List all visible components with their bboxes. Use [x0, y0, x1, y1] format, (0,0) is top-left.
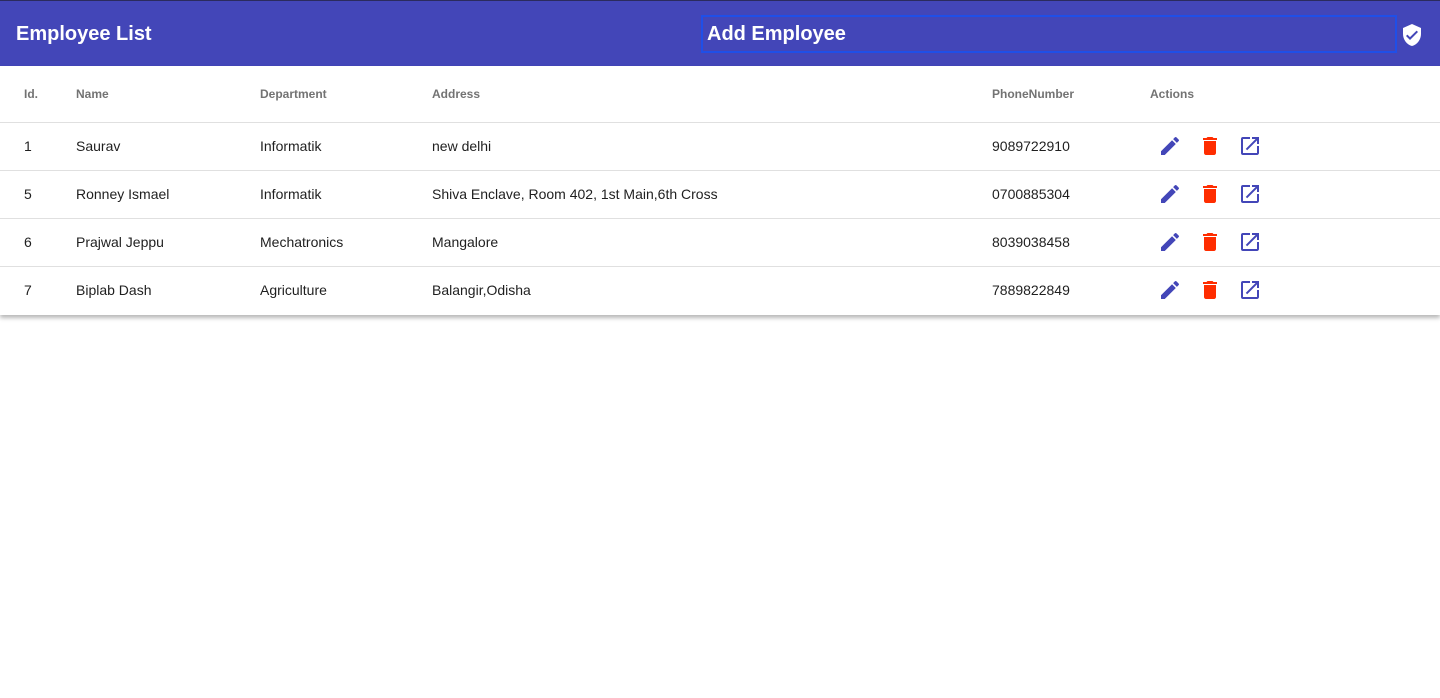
row-actions [1150, 182, 1440, 206]
column-header-phone: PhoneNumber [992, 66, 1150, 123]
cell-phone: 7889822849 [992, 282, 1070, 299]
cell-department: Agriculture [260, 282, 327, 299]
table-row: 1 Saurav Informatik new delhi 9089722910 [0, 122, 1440, 171]
page-title: Employee List [16, 23, 152, 45]
cell-actions [1150, 170, 1440, 219]
edit-icon[interactable] [1158, 230, 1182, 254]
cell-department: Mechatronics [260, 218, 432, 267]
verified-shield-icon[interactable] [1400, 23, 1424, 47]
table-body: 1 Saurav Informatik new delhi 9089722910… [0, 122, 1440, 314]
row-actions [1150, 134, 1440, 158]
row-actions [1150, 278, 1440, 302]
column-header-id: Id. [0, 66, 76, 123]
cell-department: Informatik [260, 170, 432, 219]
cell-phone: 8039038458 [992, 218, 1150, 267]
open-in-new-icon[interactable] [1238, 134, 1262, 158]
delete-icon[interactable] [1198, 230, 1222, 254]
table-header-row: Id. Name Department Address PhoneNumber … [0, 66, 1440, 123]
cell-actions [1150, 122, 1440, 171]
cell-id: 7 [24, 282, 32, 299]
edit-icon[interactable] [1158, 134, 1182, 158]
column-header-name: Name [76, 66, 260, 123]
cell-id: 1 [0, 122, 76, 171]
cell-id: 5 [0, 170, 76, 219]
delete-icon[interactable] [1198, 278, 1222, 302]
column-header-department: Department [260, 66, 432, 123]
cell-name: Biplab Dash [76, 282, 152, 299]
cell-phone: 9089722910 [992, 122, 1150, 171]
cell-address: Balangir,Odisha [432, 282, 531, 299]
app-toolbar: Employee List Add Employee [0, 0, 1440, 66]
edit-icon[interactable] [1158, 182, 1182, 206]
cell-name: Prajwal Jeppu [76, 218, 260, 267]
cell-phone: 0700885304 [992, 170, 1150, 219]
column-header-actions: Actions [1150, 66, 1440, 123]
cell-address: Mangalore [432, 218, 992, 267]
open-in-new-icon[interactable] [1238, 182, 1262, 206]
column-header-address: Address [432, 66, 992, 123]
open-in-new-icon[interactable] [1238, 230, 1262, 254]
cell-actions [1150, 218, 1440, 267]
table-row: 5 Ronney Ismael Informatik Shiva Enclave… [0, 170, 1440, 219]
employee-table-card: Id. Name Department Address PhoneNumber … [0, 66, 1440, 315]
cell-department: Informatik [260, 122, 432, 171]
table-row: 7 Biplab Dash Agriculture Balangir,Odish… [0, 266, 1440, 314]
cell-actions [1150, 266, 1440, 314]
open-in-new-icon[interactable] [1238, 278, 1262, 302]
cell-name: Saurav [76, 122, 260, 171]
table-row: 6 Prajwal Jeppu Mechatronics Mangalore 8… [0, 218, 1440, 267]
add-employee-button[interactable]: Add Employee [701, 15, 1397, 53]
edit-icon[interactable] [1158, 278, 1182, 302]
cell-address: new delhi [432, 122, 992, 171]
cell-address: Shiva Enclave, Room 402, 1st Main,6th Cr… [432, 170, 992, 219]
employee-table: Id. Name Department Address PhoneNumber … [0, 66, 1440, 314]
cell-id: 6 [0, 218, 76, 267]
cell-name: Ronney Ismael [76, 170, 260, 219]
delete-icon[interactable] [1198, 134, 1222, 158]
row-actions [1150, 230, 1440, 254]
delete-icon[interactable] [1198, 182, 1222, 206]
